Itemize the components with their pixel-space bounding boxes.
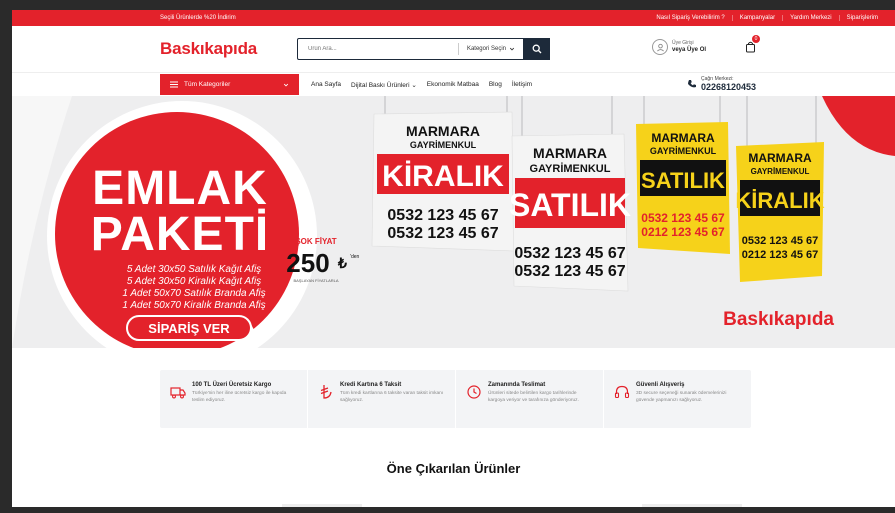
- chevron-down-icon: [283, 83, 289, 87]
- svg-text:0532 123 45 67: 0532 123 45 67: [742, 235, 818, 247]
- svg-text:GAYRİMENKUL: GAYRİMENKUL: [530, 162, 611, 175]
- user-login-label: Üye Girişi: [672, 40, 694, 46]
- svg-text:SATILIK: SATILIK: [509, 187, 631, 223]
- sign-kiralik-white: MARMARA GAYRİMENKUL KİRALIK 0532 123 45 …: [371, 111, 515, 252]
- sign-satilik-white: MARMARA GAYRİMENKUL SATILIK 0532 123 45 …: [509, 133, 631, 292]
- svg-text:0532 123 45 67: 0532 123 45 67: [514, 263, 625, 280]
- phone-icon: [688, 80, 696, 88]
- hero-banner[interactable]: EMLAK PAKETİ 5 Adet 30x50 Satılık Kağıt …: [12, 96, 895, 348]
- sign-kiralik-yellow: MARMARA GAYRİMENKUL KİRALIK 0532 123 45 …: [735, 142, 825, 282]
- feature-title: 100 TL Üzeri Ücretsiz Kargo: [192, 382, 272, 388]
- search-bar: Kategori Seçin: [297, 38, 550, 60]
- feature-title: Güvenli Alışveriş: [636, 382, 685, 388]
- nav-economic-print[interactable]: Ekonomik Matbaa: [427, 81, 479, 89]
- feature-desc: Türkiye'nin her iline ücretsiz kargo ile…: [192, 391, 287, 403]
- feature-title: Zamanında Teslimat: [488, 382, 546, 388]
- svg-text:SATILIK: SATILIK: [641, 168, 725, 193]
- user-login[interactable]: Üye Girişi veya Üye Ol: [652, 39, 706, 55]
- top-link-campaigns[interactable]: Kampanyalar: [731, 15, 782, 21]
- feature-desc: Ürünleri sitede belirtilen kargo tarihle…: [488, 391, 579, 403]
- top-link-how-to-order[interactable]: Nasıl Sipariş Verebilirim ?: [649, 15, 731, 21]
- chevron-down-icon: ⌄: [411, 81, 417, 89]
- nav-digital-print-label: Dijital Baskı Ürünleri: [351, 81, 410, 89]
- svg-text:MARMARA: MARMARA: [651, 131, 715, 145]
- nav-blog[interactable]: Blog: [489, 81, 502, 89]
- svg-text:0212 123 45 67: 0212 123 45 67: [742, 249, 818, 261]
- features-strip: 100 TL Üzeri Ücretsiz Kargo Türkiye'nin …: [160, 370, 751, 428]
- order-now-label: SİPARİŞ VER: [148, 321, 230, 336]
- svg-text:0532 123 45 67: 0532 123 45 67: [514, 245, 625, 262]
- site-logo[interactable]: Baskıkapıda: [160, 39, 297, 59]
- hero-item-4: 1 Adet 50x70 Kiralık Branda Afiş: [122, 300, 265, 311]
- sign-satilik-yellow: MARMARA GAYRİMENKUL SATILIK 0532 123 45 …: [636, 122, 730, 254]
- nav-links: Ana Sayfa Dijital Baskı Ürünleri ⌄ Ekono…: [311, 81, 532, 89]
- top-link-help[interactable]: Yardım Merkezi: [782, 15, 839, 21]
- svg-text:KİRALIK: KİRALIK: [735, 188, 824, 213]
- svg-text:0532 123 45 67: 0532 123 45 67: [387, 207, 498, 224]
- hero-brand-logo: Baskıkapıda: [723, 309, 834, 330]
- cart-button[interactable]: 0: [745, 35, 760, 58]
- hero-graphic: EMLAK PAKETİ 5 Adet 30x50 Satılık Kağıt …: [12, 96, 895, 348]
- hero-item-1: 5 Adet 30x50 Satılık Kağıt Afiş: [127, 264, 261, 275]
- hero-item-3: 1 Adet 50x70 Satılık Branda Afiş: [122, 288, 265, 299]
- lira-icon: [320, 385, 332, 399]
- search-button[interactable]: [523, 38, 550, 60]
- price-currency: ₺: [337, 255, 347, 271]
- top-link-orders[interactable]: Siparişlerim: [838, 15, 885, 21]
- clock-icon: [467, 385, 481, 399]
- feature-desc: Tüm kredi kartlarına 6 taksite varan tak…: [340, 391, 444, 403]
- call-center[interactable]: Çağrı Merkezi: 02268120453: [687, 76, 756, 92]
- headset-icon: [614, 385, 630, 399]
- top-links: Nasıl Sipariş Verebilirim ? Kampanyalar …: [649, 15, 885, 21]
- user-register-label: veya Üye Ol: [672, 47, 707, 53]
- feature-installments: Kredi Kartına 6 Taksit Tüm kredi kartlar…: [307, 370, 455, 428]
- cart-count-badge: 0: [752, 35, 760, 43]
- user-login-text: Üye Girişi veya Üye Ol: [672, 40, 706, 54]
- feature-desc: 3D secure seçeneği sunarak ödemelerinizi…: [636, 391, 727, 403]
- svg-text:MARMARA: MARMARA: [406, 123, 480, 139]
- price-value: 250: [286, 248, 329, 278]
- chevron-down-icon: [509, 47, 515, 51]
- svg-text:0532 123 45 67: 0532 123 45 67: [387, 225, 498, 242]
- all-categories-button[interactable]: Tüm Kategoriler: [160, 74, 299, 95]
- nav-digital-print[interactable]: Dijital Baskı Ürünleri ⌄: [351, 81, 417, 89]
- nav-home[interactable]: Ana Sayfa: [311, 81, 341, 89]
- feature-title: Kredi Kartına 6 Taksit: [340, 382, 402, 388]
- product-cards-peek: [12, 500, 895, 507]
- svg-text:0532 123 45 67: 0532 123 45 67: [641, 211, 725, 225]
- feature-on-time-delivery: Zamanında Teslimat Ürünleri sitede belir…: [455, 370, 603, 428]
- svg-text:MARMARA: MARMARA: [748, 151, 812, 165]
- call-center-number: 02268120453: [701, 82, 757, 92]
- nav-contact[interactable]: İletişim: [512, 81, 532, 89]
- site-header: Baskıkapıda Kategori Seçin Üye Girişi ve…: [12, 26, 895, 72]
- category-select[interactable]: Kategori Seçin: [457, 43, 523, 55]
- category-select-label: Kategori Seçin: [466, 46, 506, 52]
- price-note: BAŞLAYAN FİYATLARLA: [293, 278, 338, 283]
- truck-icon: [170, 387, 186, 399]
- featured-products-title: Öne Çıkarılan Ürünler: [386, 461, 521, 476]
- svg-text:KİRALIK: KİRALIK: [382, 160, 504, 193]
- svg-text:0212 123 45 67: 0212 123 45 67: [641, 225, 725, 239]
- promo-text: Seçili Ürünlerde %20 İndirim: [160, 15, 236, 21]
- feature-secure-shopping: Güvenli Alışveriş 3D secure seçeneği sun…: [603, 370, 751, 428]
- search-input[interactable]: [298, 46, 458, 52]
- menu-icon: [170, 81, 178, 88]
- svg-text:MARMARA: MARMARA: [533, 145, 607, 161]
- main-nav: Tüm Kategoriler Ana Sayfa Dijital Baskı …: [12, 72, 895, 96]
- browser-page: Seçili Ürünlerde %20 İndirim Nasıl Sipar…: [12, 10, 895, 507]
- svg-text:GAYRİMENKUL: GAYRİMENKUL: [751, 167, 810, 176]
- svg-text:GAYRİMENKUL: GAYRİMENKUL: [650, 146, 717, 156]
- feature-free-shipping: 100 TL Üzeri Ücretsiz Kargo Türkiye'nin …: [160, 370, 307, 428]
- hero-title-line2: PAKETİ: [91, 208, 269, 261]
- svg-text:GAYRİMENKUL: GAYRİMENKUL: [410, 140, 477, 150]
- hero-item-2: 5 Adet 30x50 Kiralık Kağıt Afiş: [127, 276, 261, 287]
- price-label: ŞOK FİYAT: [295, 237, 336, 246]
- all-categories-label: Tüm Kategoriler: [184, 81, 231, 88]
- top-bar: Seçili Ürünlerde %20 İndirim Nasıl Sipar…: [12, 10, 895, 26]
- user-icon: [652, 39, 668, 55]
- price-suffix: 'den: [350, 254, 360, 260]
- search-icon: [532, 44, 541, 54]
